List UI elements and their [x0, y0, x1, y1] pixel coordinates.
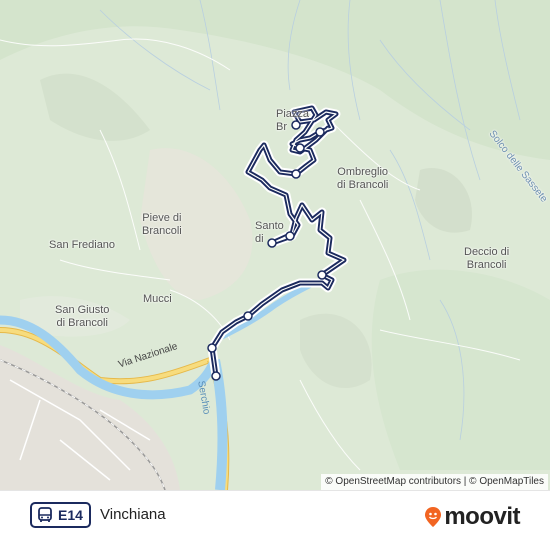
moovit-pin-icon [424, 506, 442, 528]
place-label-pieve: Pieve di Brancoli [142, 212, 182, 237]
bus-stop [315, 127, 325, 137]
bus-stop [317, 270, 327, 280]
bus-stop [295, 143, 305, 153]
place-label-deccio: Deccio di Brancoli [464, 246, 510, 271]
moovit-logo[interactable]: moovit [424, 503, 520, 531]
place-label-san-frediano: San Frediano [49, 239, 116, 251]
place-label-santo: Santo di [255, 220, 284, 245]
route-badge[interactable]: E14 [30, 502, 91, 528]
place-label-piazza: Piazza Br [276, 108, 310, 133]
route-code: E14 [58, 507, 83, 523]
bus-icon [36, 506, 54, 524]
place-label-ombreglio: Ombreglio di Brancoli [337, 166, 389, 191]
place-label-san-giusto: San Giusto di Brancoli [55, 304, 110, 329]
map-attribution[interactable]: © OpenStreetMap contributors | © OpenMap… [321, 474, 548, 490]
bus-stop [207, 343, 217, 353]
map[interactable]: Piazza Br Ombreglio di Brancoli Pieve di… [0, 0, 550, 490]
bus-stop [211, 371, 221, 381]
bus-stop [291, 169, 301, 179]
place-label-mucci: Mucci [143, 293, 172, 305]
route-destination: Vinchiana [100, 506, 166, 523]
bus-stop [243, 311, 253, 321]
moovit-wordmark: moovit [444, 503, 520, 530]
footer-bar: E14 Vinchiana moovit [0, 490, 550, 541]
bus-stop [285, 231, 295, 241]
